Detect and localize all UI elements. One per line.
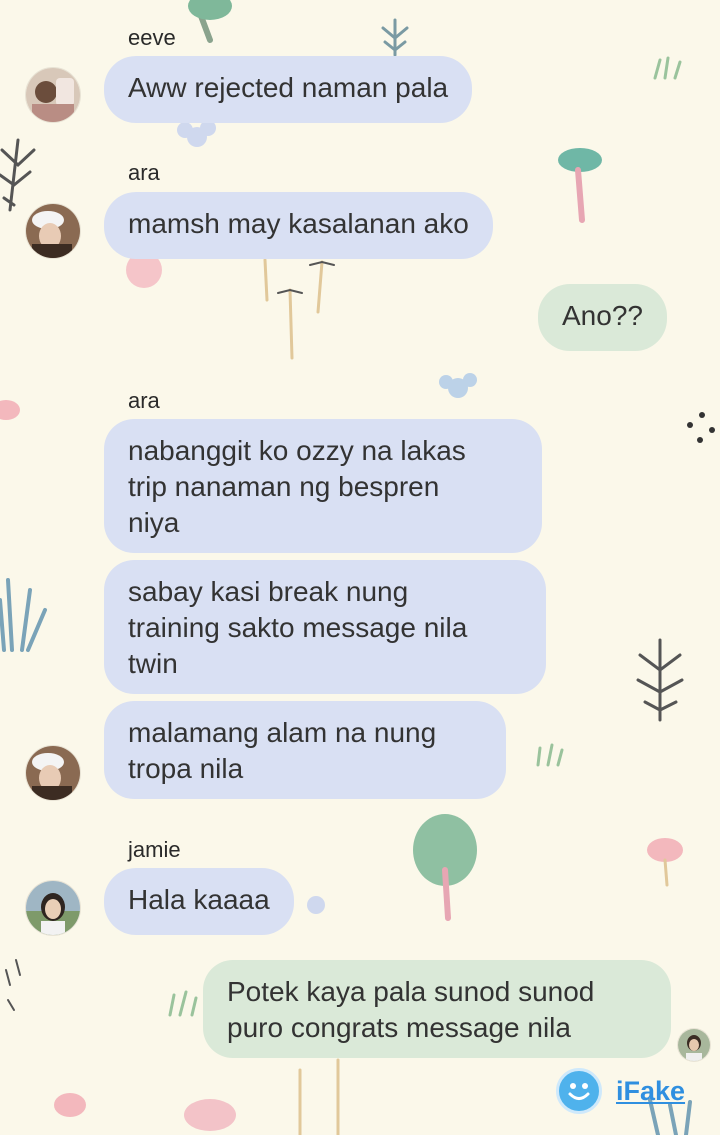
avatar-photo-icon xyxy=(26,746,80,800)
avatar-ara[interactable] xyxy=(25,745,81,801)
smiley-icon xyxy=(556,1068,602,1114)
sender-name-jamie: jamie xyxy=(128,837,181,862)
sender-name-ara: ara xyxy=(128,388,160,413)
message-bubble-outgoing[interactable]: Potek kaya pala sunod sunod puro congrat… xyxy=(203,960,671,1058)
sender-name-eeve: eeve xyxy=(128,25,176,50)
avatar-eeve[interactable] xyxy=(25,67,81,123)
message-bubble[interactable]: sabay kasi break nung training sakto mes… xyxy=(104,560,546,694)
message-bubble[interactable]: mamsh may kasalanan ako xyxy=(104,192,493,259)
avatar-photo-icon xyxy=(26,204,80,258)
avatar-jamie[interactable] xyxy=(25,880,81,936)
message-bubble[interactable]: nabanggit ko ozzy na lakas trip nanaman … xyxy=(104,419,542,553)
avatar-photo-icon xyxy=(26,881,80,935)
message-bubble[interactable]: Hala kaaaa xyxy=(104,868,294,935)
message-bubble-outgoing[interactable]: Ano?? xyxy=(538,284,667,351)
ifake-watermark: iFake xyxy=(556,1068,685,1114)
watermark-label: iFake xyxy=(616,1075,686,1106)
message-bubble[interactable]: Aww rejected naman pala xyxy=(104,56,473,123)
avatar-photo-icon xyxy=(678,1029,710,1061)
message-bubble[interactable]: malamang alam na nung tropa nila xyxy=(104,701,506,799)
avatar-photo-icon xyxy=(26,68,80,122)
avatar-self[interactable] xyxy=(677,1028,711,1062)
sender-name-ara: ara xyxy=(128,160,160,185)
avatar-ara[interactable] xyxy=(25,203,81,259)
